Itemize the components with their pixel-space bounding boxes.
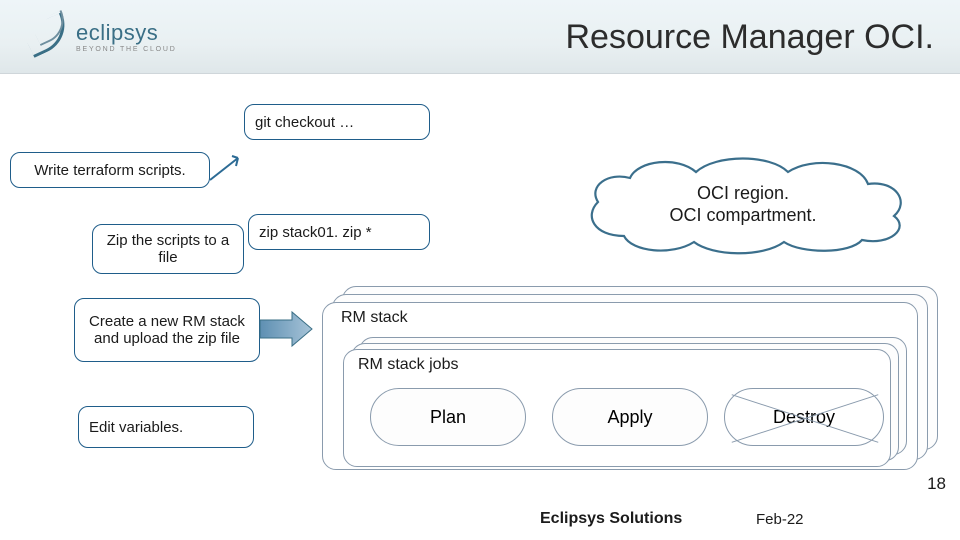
rm-jobs-label: RM stack jobs bbox=[358, 356, 458, 374]
footer-date: Feb-22 bbox=[756, 511, 804, 528]
job-apply: Apply bbox=[552, 388, 708, 446]
job-destroy: Destroy bbox=[724, 388, 884, 446]
brand-tagline: BEYOND THE CLOUD bbox=[76, 46, 177, 53]
arrow-icon bbox=[258, 308, 316, 350]
job-destroy-label: Destroy bbox=[773, 407, 835, 428]
cloud-line1: OCI region. bbox=[697, 182, 789, 205]
page-title: Resource Manager OCI. bbox=[566, 18, 935, 57]
swoosh-icon bbox=[28, 16, 70, 58]
step-edit-variables: Edit variables. bbox=[78, 406, 254, 448]
cmd-git-checkout: git checkout … bbox=[244, 104, 430, 140]
rm-stack-group: RM stack RM stack jobs Plan Apply Destro… bbox=[322, 286, 932, 470]
slide: eclipsys BEYOND THE CLOUD Resource Manag… bbox=[0, 0, 960, 540]
arrow-icon bbox=[208, 150, 254, 188]
step-create-rm-stack: Create a new RM stack and upload the zip… bbox=[74, 298, 260, 362]
brand-logo: eclipsys BEYOND THE CLOUD bbox=[28, 16, 177, 58]
brand-name: eclipsys bbox=[76, 22, 177, 44]
footer-company: Eclipsys Solutions bbox=[540, 510, 682, 528]
header-bar: eclipsys BEYOND THE CLOUD Resource Manag… bbox=[0, 0, 960, 74]
job-plan: Plan bbox=[370, 388, 526, 446]
rm-stack-label: RM stack bbox=[341, 309, 408, 327]
step-write-terraform: Write terraform scripts. bbox=[10, 152, 210, 188]
cloud-line2: OCI compartment. bbox=[669, 204, 816, 227]
page-number: 18 bbox=[927, 474, 946, 494]
cmd-zip: zip stack01. zip * bbox=[248, 214, 430, 250]
oci-region-cloud: OCI region. OCI compartment. bbox=[574, 150, 912, 258]
step-zip-scripts: Zip the scripts to a file bbox=[92, 224, 244, 274]
